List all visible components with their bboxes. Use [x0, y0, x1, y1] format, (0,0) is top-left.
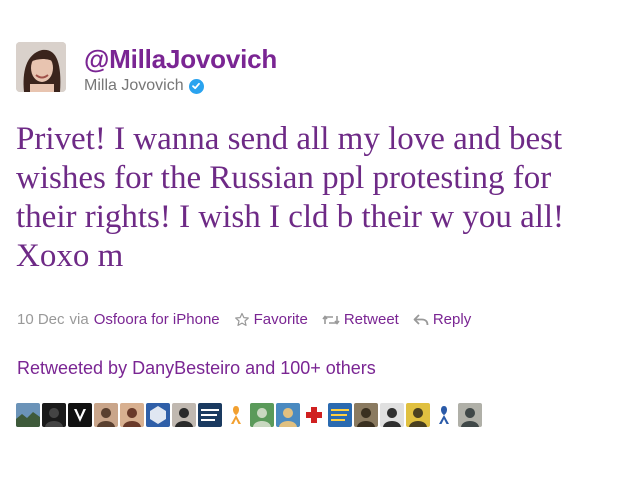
favorite-label: Favorite	[253, 311, 308, 328]
retweeter-portrait-avatar[interactable]	[94, 403, 118, 427]
retweet-button[interactable]: Retweet	[322, 311, 399, 328]
screen-name[interactable]: @MillaJovovich	[84, 44, 277, 75]
retweeter-bw-portrait-avatar[interactable]	[380, 403, 404, 427]
reply-label: Reply	[432, 311, 472, 328]
retweeter-portrait-avatar[interactable]	[120, 403, 144, 427]
retweeter-emblem-avatar[interactable]	[146, 403, 170, 427]
retweeter-v-letter-avatar[interactable]	[68, 403, 92, 427]
favorite-button[interactable]: Favorite	[234, 311, 308, 328]
retweeter-portrait-avatar[interactable]	[172, 403, 196, 427]
full-name-row: Milla Jovovich	[84, 77, 204, 95]
via-label: via	[69, 311, 89, 328]
client-link[interactable]: Osfoora for iPhone	[94, 311, 220, 328]
retweeter-dark-avatar[interactable]	[42, 403, 66, 427]
retweeter-portrait-avatar[interactable]	[458, 403, 482, 427]
star-icon	[234, 312, 249, 326]
avatar[interactable]	[16, 42, 66, 92]
tweet-text-line: Xoxo m	[16, 238, 124, 274]
retweeter-illustration-avatar[interactable]	[276, 403, 300, 427]
retweeter-statue-avatar[interactable]	[250, 403, 274, 427]
retweeter-avatar-list	[16, 403, 482, 427]
full-name: Milla Jovovich	[84, 77, 184, 94]
verified-badge-icon	[188, 78, 204, 94]
retweeted-by: Retweeted by DanyBesteiro and 100+ other…	[17, 358, 376, 379]
tweet-meta: 10 Dec via Osfoora for iPhone Favorite R…	[17, 311, 471, 328]
retweeter-yellow-avatar[interactable]	[406, 403, 430, 427]
retweeter-ribbon-avatar[interactable]	[224, 403, 248, 427]
profile-photo	[16, 42, 66, 92]
retweeted-by-prefix: Retweeted by	[17, 358, 128, 378]
retweeter-text-avatar[interactable]	[328, 403, 352, 427]
reply-button[interactable]: Reply	[413, 311, 471, 328]
retweeter-cross-avatar[interactable]	[302, 403, 326, 427]
retweeter-text-avatar[interactable]	[198, 403, 222, 427]
tweet-text-line: Privet! I wanna send all my love and bes…	[16, 121, 563, 157]
retweeter-cat-avatar[interactable]	[354, 403, 378, 427]
retweet-label: Retweet	[343, 311, 399, 328]
retweet-icon	[322, 314, 340, 325]
tweet-text-line: wishes for the Russian ppl protesting fo…	[16, 160, 552, 196]
retweeter-link[interactable]: DanyBesteiro	[132, 358, 240, 378]
reply-arrow-icon	[413, 313, 429, 325]
retweeter-landscape-avatar[interactable]	[16, 403, 40, 427]
retweeter-blue-ribbon-avatar[interactable]	[432, 403, 456, 427]
tweet-text: Privet! I wanna send all my love and bes…	[16, 120, 631, 276]
tweet-text-line: their rights! I wish I cld b their w you…	[16, 199, 565, 235]
retweeted-by-suffix: and 100+ others	[245, 358, 376, 378]
tweet-date[interactable]: 10 Dec	[17, 311, 65, 328]
